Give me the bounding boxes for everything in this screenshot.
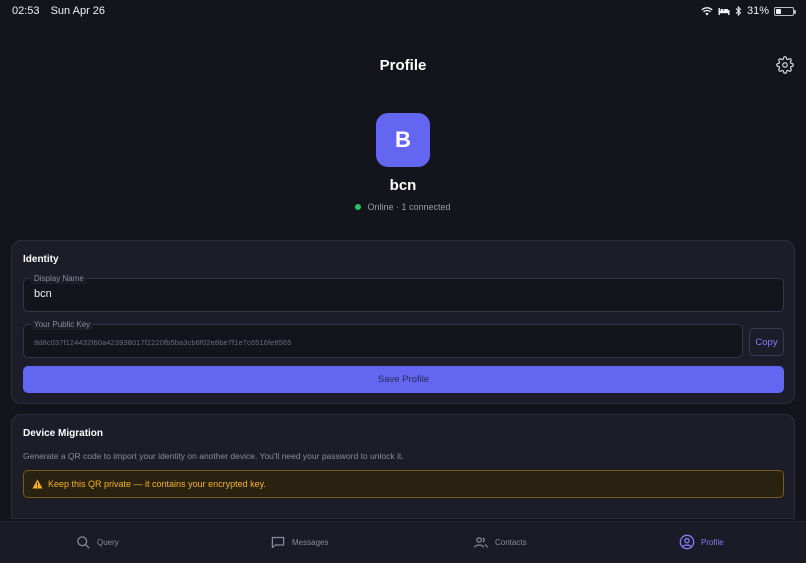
tab-contacts-label: Contacts bbox=[495, 537, 527, 547]
tab-messages[interactable]: Messages bbox=[270, 532, 328, 552]
page-title: Profile bbox=[379, 56, 427, 74]
status-date: Sun Apr 26 bbox=[50, 5, 106, 17]
copy-key-button[interactable]: Copy bbox=[749, 328, 784, 356]
display-name-field[interactable]: Display Name bbox=[23, 273, 784, 312]
device-migration-card: Device Migration Generate a QR code to i… bbox=[11, 414, 795, 519]
presence-status: Online · 1 connected bbox=[0, 202, 806, 212]
warning-icon bbox=[32, 479, 43, 489]
online-dot-icon bbox=[355, 204, 362, 210]
search-icon bbox=[77, 535, 90, 549]
bluetooth-icon bbox=[735, 6, 742, 16]
public-key-label: Your Public Key bbox=[31, 319, 94, 330]
users-icon bbox=[474, 536, 488, 548]
bed-icon bbox=[718, 8, 730, 15]
gear-icon[interactable] bbox=[776, 56, 794, 74]
bottom-tab-bar: Query Messages Contacts Profile bbox=[0, 521, 806, 563]
tab-query[interactable]: Query bbox=[76, 532, 119, 552]
battery-percent: 31% bbox=[746, 5, 769, 17]
display-name-label: Display Name bbox=[31, 273, 87, 284]
display-name-input[interactable] bbox=[34, 288, 734, 300]
presence-text: Online · 1 connected bbox=[367, 202, 451, 212]
avatar: B bbox=[376, 113, 430, 167]
migration-card-title: Device Migration bbox=[23, 428, 104, 439]
identity-card: Identity Display Name Your Public Key 8d… bbox=[11, 240, 795, 404]
public-key-value: 8d8c037f124432f60a423938017f2220fb5ba3cb… bbox=[34, 338, 292, 347]
migration-description: Generate a QR code to import your identi… bbox=[23, 451, 404, 461]
warning-text: Keep this QR private — it contains your … bbox=[48, 479, 266, 489]
tab-query-label: Query bbox=[97, 537, 119, 547]
tab-messages-label: Messages bbox=[292, 537, 329, 547]
tab-profile-label: Profile bbox=[701, 537, 724, 547]
user-circle-icon bbox=[679, 534, 695, 550]
tab-contacts[interactable]: Contacts bbox=[473, 532, 527, 552]
qr-warning-banner: Keep this QR private — it contains your … bbox=[23, 470, 784, 498]
message-icon bbox=[271, 536, 285, 548]
save-profile-button[interactable]: Save Profile bbox=[23, 366, 784, 393]
battery-icon bbox=[774, 6, 796, 16]
status-time: 02:53 bbox=[12, 5, 40, 17]
wifi-icon bbox=[701, 6, 713, 15]
status-bar-left: 02:53 Sun Apr 26 bbox=[12, 5, 113, 17]
status-bar-right: 31% bbox=[701, 5, 796, 17]
identity-card-title: Identity bbox=[23, 254, 59, 265]
status-bar: 02:53 Sun Apr 26 31% bbox=[0, 0, 806, 22]
profile-username: bcn bbox=[389, 177, 417, 194]
page-header: Profile bbox=[0, 50, 806, 80]
public-key-field: Your Public Key 8d8c037f124432f60a423938… bbox=[23, 319, 743, 358]
tab-profile[interactable]: Profile bbox=[679, 532, 724, 552]
battery-fill bbox=[776, 8, 781, 14]
